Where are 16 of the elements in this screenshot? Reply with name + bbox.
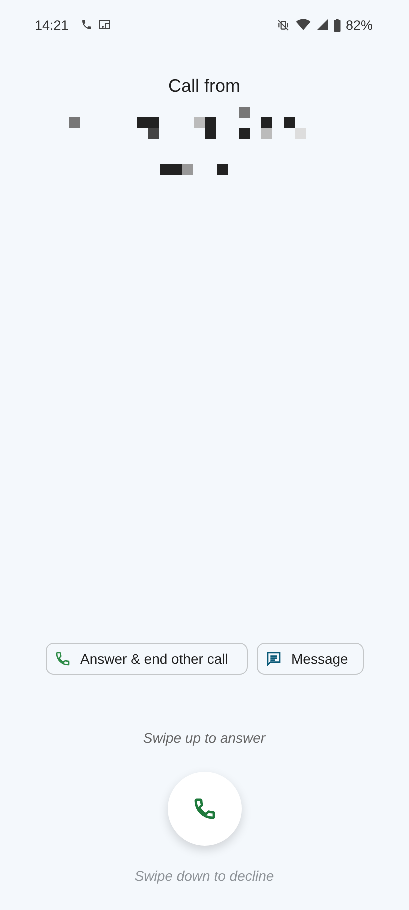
swipe-down-hint: Swipe down to decline <box>134 868 274 884</box>
message-icon <box>266 651 282 667</box>
call-from-label: Call from <box>168 76 240 97</box>
phone-icon <box>80 19 93 31</box>
phone-icon <box>192 797 216 821</box>
signal-icon <box>316 19 328 31</box>
phone-icon <box>54 651 70 667</box>
wifi-icon <box>296 19 311 31</box>
battery-icon <box>334 18 341 32</box>
answer-end-call-button[interactable]: Answer & end other call <box>46 643 248 675</box>
cast-icon <box>98 19 112 31</box>
battery-percentage: 82% <box>346 18 373 32</box>
status-time: 14:21 <box>35 18 69 32</box>
message-button[interactable]: Message <box>256 643 364 675</box>
swipe-up-hint: Swipe up to answer <box>143 730 266 746</box>
vibrate-off-icon <box>276 18 290 32</box>
